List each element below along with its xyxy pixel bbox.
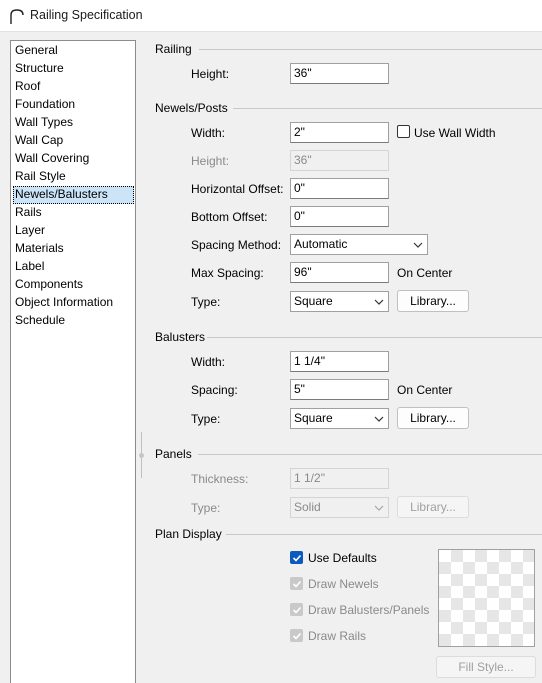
panel-type-label: Type:	[191, 501, 221, 515]
baluster-width-label: Width:	[191, 355, 226, 369]
panel-type-value: Solid	[294, 500, 321, 514]
panel-library-button: Library...	[397, 496, 469, 518]
nav-item-components[interactable]: Components	[13, 276, 134, 294]
draw-balusters-checkbox	[290, 603, 303, 616]
panels-group-divider	[198, 454, 542, 455]
baluster-type-value: Square	[294, 411, 333, 425]
use-defaults-label: Use Defaults	[308, 551, 377, 565]
newel-type-label: Type:	[191, 295, 221, 309]
railing-app-icon	[10, 9, 24, 24]
baluster-width-input[interactable]: 1 1/4"	[290, 351, 389, 372]
newel-type-select[interactable]: Square	[290, 291, 389, 312]
nav-item-materials[interactable]: Materials	[13, 240, 134, 258]
max-spacing-label: Max Spacing:	[191, 266, 264, 280]
draw-rails-label: Draw Rails	[308, 629, 367, 643]
railing-group-divider	[199, 49, 542, 50]
use-defaults-checkbox[interactable]	[290, 551, 303, 564]
checkmark-icon	[292, 632, 302, 640]
fill-style-button: Fill Style...	[436, 656, 536, 678]
nav-item-rails[interactable]: Rails	[13, 204, 134, 222]
newels-group-title: Newels/Posts	[155, 101, 228, 115]
baluster-type-select[interactable]: Square	[290, 408, 389, 429]
railing-height-label: Height:	[191, 67, 230, 81]
newel-type-value: Square	[294, 294, 333, 308]
nav-item-label[interactable]: Label	[13, 258, 134, 276]
newel-library-button[interactable]: Library...	[397, 290, 469, 312]
fill-style-preview	[438, 549, 535, 647]
nav-item-layer[interactable]: Layer	[13, 222, 134, 240]
chevron-down-icon	[374, 299, 384, 305]
checkmark-icon	[292, 580, 302, 588]
spacing-method-label: Spacing Method:	[191, 238, 282, 252]
bottom-offset-input[interactable]: 0"	[290, 206, 389, 227]
nav-item-general[interactable]: General	[13, 42, 134, 60]
nav-item-wall-types[interactable]: Wall Types	[13, 114, 134, 132]
newel-height-label: Height:	[191, 154, 230, 168]
nav-item-foundation[interactable]: Foundation	[13, 96, 134, 114]
railing-height-input[interactable]: 36"	[290, 63, 389, 84]
chevron-down-icon	[374, 505, 384, 511]
title-bar: Railing Specification	[0, 0, 542, 32]
nav-item-schedule[interactable]: Schedule	[13, 312, 134, 330]
plan-display-group-title: Plan Display	[155, 527, 222, 541]
panels-group-title: Panels	[155, 447, 192, 461]
baluster-spacing-label: Spacing:	[191, 383, 238, 397]
newel-width-label: Width:	[191, 126, 226, 140]
draw-balusters-label: Draw Balusters/Panels	[308, 603, 430, 617]
chevron-down-icon	[374, 416, 384, 422]
nav-item-wall-covering[interactable]: Wall Covering	[13, 150, 134, 168]
newel-height-input: 36"	[290, 150, 389, 171]
baluster-spacing-unit: On Center	[397, 383, 453, 397]
splitter-handle[interactable]	[139, 453, 144, 458]
checkmark-icon	[292, 554, 302, 562]
spacing-method-select[interactable]: Automatic	[290, 234, 428, 255]
max-spacing-input[interactable]: 96"	[290, 262, 389, 283]
draw-newels-checkbox	[290, 577, 303, 590]
max-spacing-unit: On Center	[397, 266, 453, 280]
newels-group-divider	[233, 108, 542, 109]
nav-item-roof[interactable]: Roof	[13, 78, 134, 96]
use-wall-width-label: Use Wall Width	[414, 126, 496, 140]
balusters-group-divider	[207, 337, 542, 338]
panel-type-select: Solid	[290, 497, 389, 518]
nav-item-newels-balusters[interactable]: Newels/Balusters	[13, 186, 134, 204]
baluster-library-button[interactable]: Library...	[397, 407, 469, 429]
nav-item-object-information[interactable]: Object Information	[13, 294, 134, 312]
panel-thickness-label: Thickness:	[191, 472, 249, 486]
nav-item-rail-style[interactable]: Rail Style	[13, 168, 134, 186]
horizontal-offset-input[interactable]: 0"	[290, 178, 389, 199]
balusters-group-title: Balusters	[155, 330, 206, 344]
newel-width-input[interactable]: 2"	[290, 122, 389, 143]
use-wall-width-checkbox[interactable]	[397, 125, 410, 138]
window-title: Railing Specification	[30, 8, 143, 22]
chevron-down-icon	[413, 242, 423, 248]
draw-newels-label: Draw Newels	[308, 577, 379, 591]
draw-rails-checkbox	[290, 629, 303, 642]
spacing-method-value: Automatic	[294, 237, 348, 251]
baluster-spacing-input[interactable]: 5"	[290, 379, 389, 400]
nav-item-structure[interactable]: Structure	[13, 60, 134, 78]
checkmark-icon	[292, 606, 302, 614]
category-list[interactable]: General Structure Roof Foundation Wall Types…	[10, 40, 136, 683]
plan-display-group-divider	[226, 534, 542, 535]
horizontal-offset-label: Horizontal Offset:	[191, 182, 284, 196]
panel-thickness-input: 1 1/2"	[290, 468, 389, 489]
bottom-offset-label: Bottom Offset:	[191, 210, 268, 224]
nav-item-wall-cap[interactable]: Wall Cap	[13, 132, 134, 150]
baluster-type-label: Type:	[191, 412, 221, 426]
railing-group-title: Railing	[155, 42, 192, 56]
